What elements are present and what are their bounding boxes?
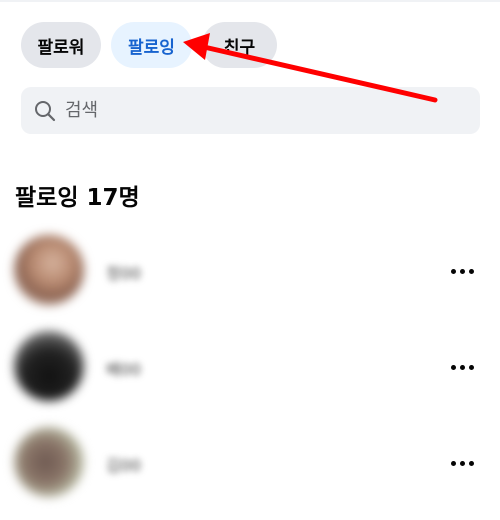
tab-followers[interactable]: 팔로워 xyxy=(21,22,101,68)
tab-friends[interactable]: 친구 xyxy=(202,22,277,68)
more-horizontal-icon xyxy=(450,364,474,370)
tab-following[interactable]: 팔로잉 xyxy=(111,22,192,68)
tab-bar: 팔로워 팔로잉 친구 xyxy=(21,22,277,68)
search-bar[interactable] xyxy=(21,87,480,134)
avatar[interactable] xyxy=(14,331,84,401)
avatar[interactable] xyxy=(14,235,84,305)
more-horizontal-icon xyxy=(450,460,474,466)
list-item[interactable]: 배00 xyxy=(0,328,500,424)
more-options-button[interactable] xyxy=(446,355,478,379)
top-divider xyxy=(0,0,500,2)
list-item[interactable]: 김00 xyxy=(0,424,500,520)
avatar[interactable] xyxy=(14,427,84,497)
more-options-button[interactable] xyxy=(446,451,478,475)
search-input[interactable] xyxy=(63,99,447,122)
person-name[interactable]: 김00 xyxy=(106,452,141,476)
following-list: 정00 배00 김00 xyxy=(0,232,500,520)
search-icon xyxy=(33,99,57,123)
list-item[interactable]: 정00 xyxy=(0,232,500,328)
more-horizontal-icon xyxy=(450,268,474,274)
person-name[interactable]: 정00 xyxy=(106,260,141,284)
following-count-heading: 팔로잉 17명 xyxy=(15,185,140,211)
more-options-button[interactable] xyxy=(446,259,478,283)
person-name[interactable]: 배00 xyxy=(106,356,141,380)
